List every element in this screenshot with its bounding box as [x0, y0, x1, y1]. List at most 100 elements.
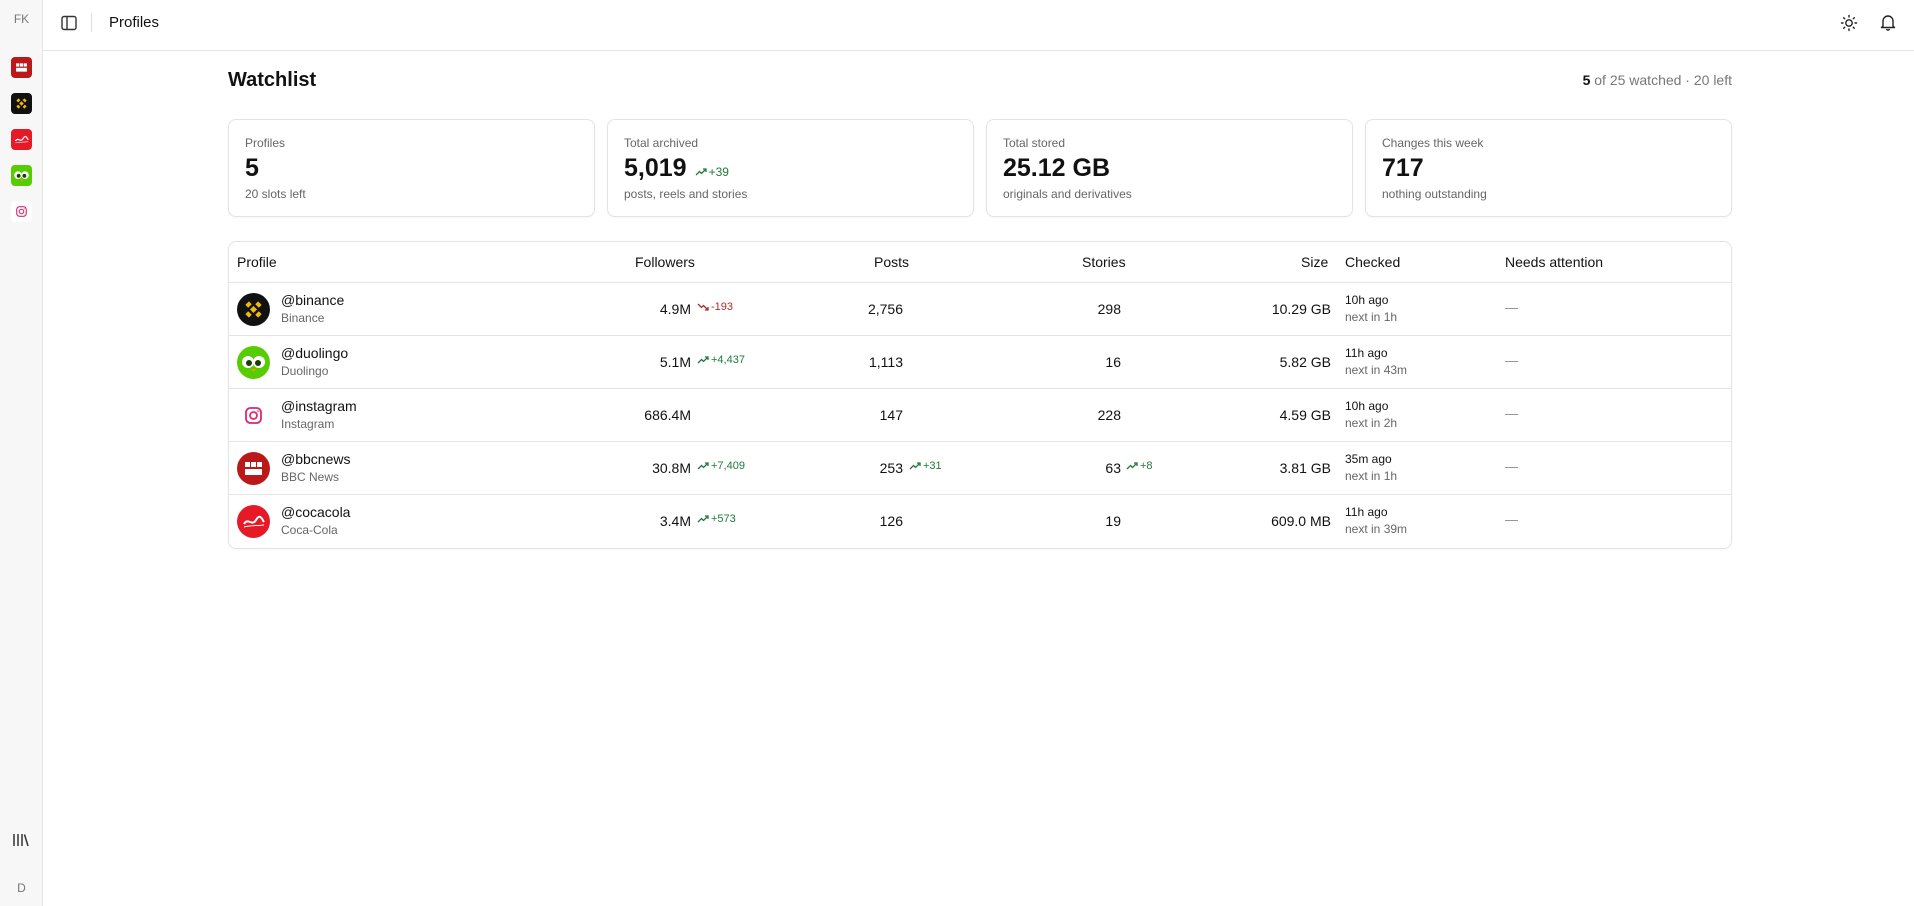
column-header-followers[interactable]: Followers: [635, 254, 695, 270]
next-check: next in 1h: [1345, 469, 1398, 483]
table-header: Profile Followers Posts Stories Size Che…: [229, 242, 1731, 283]
column-header-needs-attention[interactable]: Needs attention: [1505, 254, 1603, 270]
checked-ago: 10h ago: [1345, 399, 1389, 413]
topbar: Profiles: [43, 0, 1914, 51]
panel-toggle-icon[interactable]: [61, 15, 77, 31]
needs-attention-value: —: [1505, 406, 1518, 421]
sun-icon[interactable]: [1840, 14, 1858, 32]
followers-delta: +573: [697, 513, 736, 525]
followers-count: 5.1M: [659, 354, 691, 370]
size-value: 5.82 GB: [1279, 354, 1331, 370]
table-row[interactable]: @bbcnews BBC News 30.8M +7,409 253 +31 6…: [229, 442, 1731, 495]
posts-count: 1,113: [869, 354, 903, 370]
watch-quota: 5 of 25 watched · 20 left: [1583, 72, 1732, 88]
profile-handle[interactable]: @duolingo: [281, 345, 348, 361]
followers-delta-value: +573: [711, 513, 736, 525]
stories-count: 19: [1105, 513, 1121, 529]
workspace-initials[interactable]: FK: [0, 12, 43, 26]
bell-icon[interactable]: [1879, 13, 1897, 31]
followers-delta-value: -193: [711, 301, 734, 313]
stat-label: Total stored: [1003, 136, 1066, 150]
quota-rest: of 25 watched · 20 left: [1590, 72, 1732, 88]
stories-count: 16: [1105, 354, 1121, 370]
profile-handle[interactable]: @binance: [281, 292, 344, 308]
column-header-size[interactable]: Size: [1301, 254, 1328, 270]
stories-count: 63: [1105, 460, 1121, 476]
next-check: next in 2h: [1345, 416, 1398, 430]
followers-count: 686.4M: [644, 407, 691, 423]
trend-up-icon: [697, 356, 709, 364]
trend-up-icon: [697, 462, 709, 470]
column-header-stories[interactable]: Stories: [1082, 254, 1126, 270]
stories-count: 228: [1097, 407, 1121, 423]
table-row[interactable]: @cocacola Coca-Cola 3.4M +573 126 19 609…: [229, 495, 1731, 548]
stat-label: Total archived: [624, 136, 699, 150]
avatar-bbcnews: [237, 452, 270, 485]
stat-card-total-stored: Total stored 25.12 GB originals and deri…: [986, 119, 1353, 217]
sidebar-profile-duolingo[interactable]: [11, 165, 32, 186]
stat-value: 717: [1382, 154, 1424, 182]
followers-delta: -193: [697, 301, 733, 313]
needs-attention-value: —: [1505, 300, 1518, 315]
profile-name: Duolingo: [281, 364, 329, 378]
profile-handle[interactable]: @cocacola: [281, 504, 350, 520]
stat-card-changes-this-week: Changes this week 717 nothing outstandin…: [1365, 119, 1732, 217]
table-row[interactable]: @duolingo Duolingo 5.1M +4,437 1,113 16 …: [229, 336, 1731, 389]
column-header-checked[interactable]: Checked: [1345, 254, 1400, 270]
size-value: 10.29 GB: [1271, 301, 1331, 317]
stories-delta: +8: [1126, 460, 1153, 472]
posts-count: 253: [879, 460, 903, 476]
sidebar-profile-cocacola[interactable]: [11, 129, 32, 150]
followers-delta: +4,437: [697, 354, 745, 366]
profile-name: Binance: [281, 311, 325, 325]
needs-attention-value: —: [1505, 353, 1518, 368]
posts-delta-value: +31: [923, 460, 942, 472]
checked-ago: 11h ago: [1345, 505, 1388, 519]
stat-card-total-archived: Total archived 5,019 +39 posts, reels an…: [607, 119, 974, 217]
trend-up-icon: [909, 462, 921, 470]
stat-sub: originals and derivatives: [1003, 187, 1132, 201]
followers-delta: +7,409: [697, 460, 745, 472]
stat-value: 5,019: [624, 154, 687, 182]
next-check: next in 39m: [1345, 522, 1408, 536]
profile-name: BBC News: [281, 470, 340, 484]
profile-handle[interactable]: @instagram: [281, 398, 357, 414]
stats-row: Profiles 5 20 slots left Total archived …: [228, 119, 1732, 217]
stat-label: Profiles: [245, 136, 286, 150]
avatar-binance: [237, 293, 270, 326]
page-title: Watchlist: [228, 69, 317, 91]
trend-down-icon: [697, 303, 709, 311]
breadcrumb-title: Profiles: [109, 14, 160, 31]
topbar-divider: [91, 13, 92, 32]
sidebar-profile-bbcnews[interactable]: [11, 57, 32, 78]
avatar-instagram: [237, 399, 270, 432]
stat-sub: 20 slots left: [245, 187, 306, 201]
user-avatar[interactable]: D: [0, 881, 43, 895]
size-value: 3.81 GB: [1279, 460, 1331, 476]
sidebar-profile-instagram[interactable]: [11, 201, 32, 222]
avatar-cocacola: [237, 505, 270, 538]
next-check: next in 43m: [1345, 363, 1408, 377]
posts-delta: +31: [909, 460, 942, 472]
profile-handle[interactable]: @bbcnews: [281, 451, 350, 467]
avatar-duolingo: [237, 346, 270, 379]
column-header-profile[interactable]: Profile: [237, 254, 277, 270]
followers-count: 3.4M: [659, 513, 691, 529]
column-header-posts[interactable]: Posts: [874, 254, 909, 270]
posts-count: 126: [879, 513, 903, 529]
needs-attention-value: —: [1505, 512, 1518, 527]
size-value: 4.59 GB: [1279, 407, 1331, 423]
stat-delta: +39: [695, 165, 729, 179]
table-row[interactable]: @instagram Instagram 686.4M 147 228 4.59…: [229, 389, 1731, 442]
sidebar-profile-binance[interactable]: [11, 93, 32, 114]
table-row[interactable]: @binance Binance 4.9M -193 2,756 298 10.…: [229, 283, 1731, 336]
stories-delta-value: +8: [1140, 460, 1153, 472]
next-check: next in 1h: [1345, 310, 1398, 324]
checked-ago: 11h ago: [1345, 346, 1388, 360]
stat-value: 5: [245, 154, 259, 182]
stat-label: Changes this week: [1382, 136, 1484, 150]
needs-attention-value: —: [1505, 459, 1518, 474]
library-icon[interactable]: [12, 831, 30, 849]
stat-value: 25.12 GB: [1003, 154, 1111, 182]
checked-ago: 35m ago: [1345, 452, 1392, 466]
